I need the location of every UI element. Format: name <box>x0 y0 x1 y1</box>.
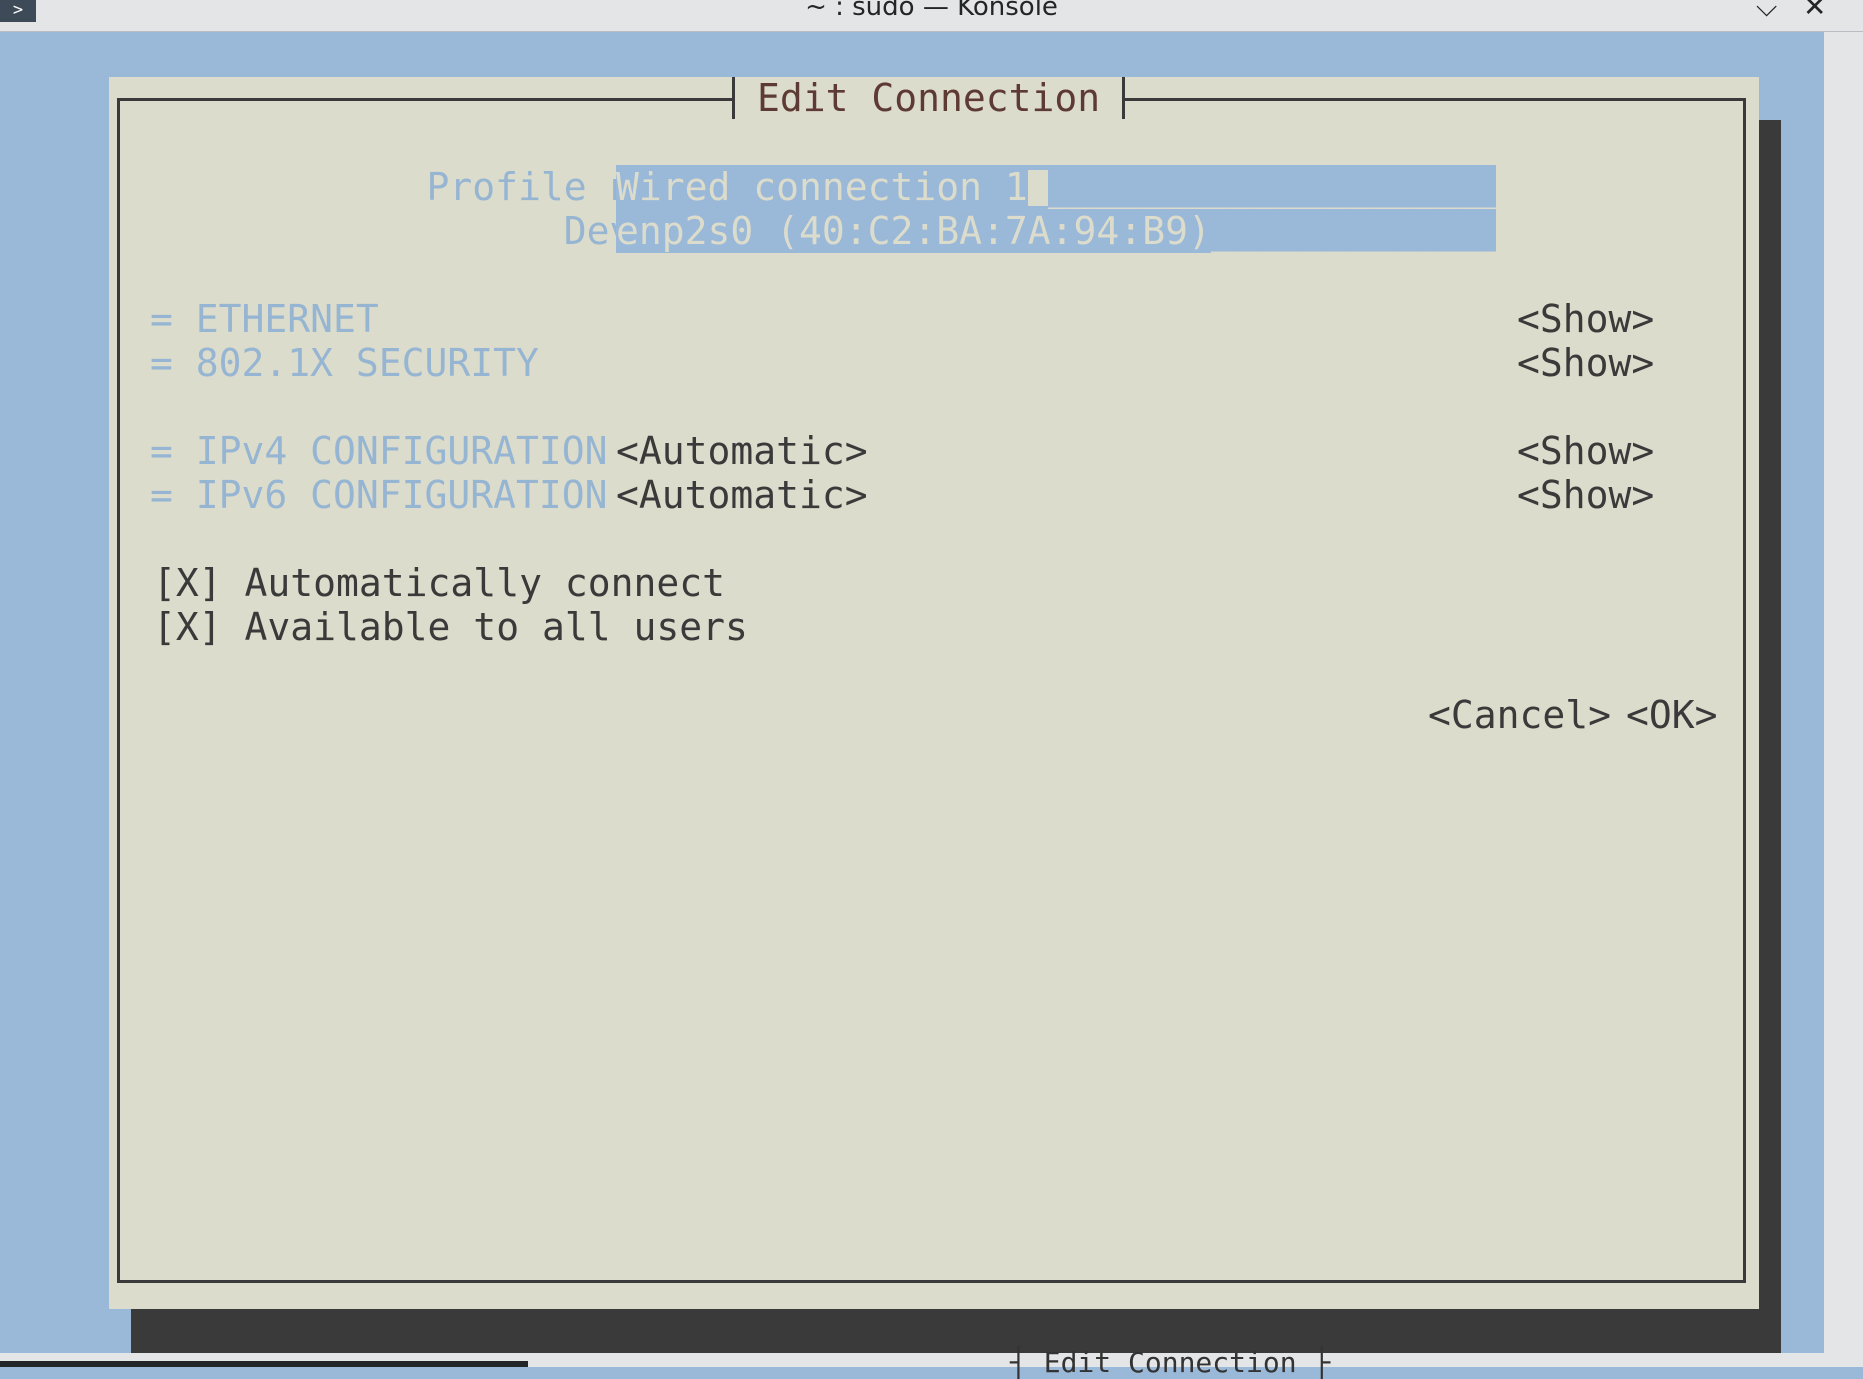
checkbox-mark: [X] <box>153 561 222 605</box>
ethernet-show-button[interactable]: <Show> <box>1517 297 1654 341</box>
profile-name-input[interactable]: Wired connection 1 ____________________ <box>616 165 1496 209</box>
ok-button[interactable]: <OK> <box>1626 693 1718 737</box>
close-icon[interactable]: ✕ <box>1803 0 1826 23</box>
dialog-shadow-bottom <box>131 1309 1781 1353</box>
ipv4-method-dropdown[interactable]: <Automatic> <box>616 429 868 473</box>
terminal-tab-indicator <box>0 1361 528 1367</box>
cancel-button[interactable]: <Cancel> <box>1428 693 1611 737</box>
dialog-shadow-right <box>1759 120 1781 1353</box>
checkbox-label: Available to all users <box>244 605 748 649</box>
device-fill: _____________ <box>1210 209 1496 253</box>
section-ethernet-label: = ETHERNET <box>150 297 379 341</box>
terminal-scrollbar[interactable] <box>1824 32 1863 1353</box>
profile-name-value: Wired connection 1 <box>616 165 1028 209</box>
section-ipv4-label: = IPv4 CONFIGURATION <box>150 429 608 473</box>
chevron-down-icon[interactable]: ⌵ <box>1756 0 1777 24</box>
security-show-button[interactable]: <Show> <box>1517 341 1654 385</box>
device-input[interactable]: enp2s0 (40:C2:BA:7A:94:B9)_____________ <box>616 209 1496 253</box>
window-titlebar: > ~ : sudo — Konsole ⌵ ✕ <box>0 0 1863 32</box>
ipv6-method-dropdown[interactable]: <Automatic> <box>616 473 868 517</box>
edit-connection-dialog: Edit Connection Profile name Wired conne… <box>109 77 1759 1309</box>
profile-name-fill: ____________________ <box>1047 165 1496 209</box>
auto-connect-checkbox[interactable]: [X] Automatically connect <box>153 561 725 605</box>
section-8021x-security-label: = 802.1X SECURITY <box>150 341 539 385</box>
section-ipv6-label: = IPv6 CONFIGURATION <box>150 473 608 517</box>
dialog-frame <box>117 98 1746 1283</box>
ipv4-show-button[interactable]: <Show> <box>1517 429 1654 473</box>
text-cursor <box>1027 170 1048 206</box>
background-dialog-title: ┤ Edit Connection ├ <box>1010 1346 1331 1379</box>
checkbox-mark: [X] <box>153 605 222 649</box>
device-value: enp2s0 (40:C2:BA:7A:94:B9) <box>616 209 1211 253</box>
dialog-title: Edit Connection <box>732 77 1126 119</box>
all-users-checkbox[interactable]: [X] Available to all users <box>153 605 748 649</box>
checkbox-label: Automatically connect <box>244 561 725 605</box>
window-title: ~ : sudo — Konsole <box>805 0 1058 22</box>
ipv6-show-button[interactable]: <Show> <box>1517 473 1654 517</box>
